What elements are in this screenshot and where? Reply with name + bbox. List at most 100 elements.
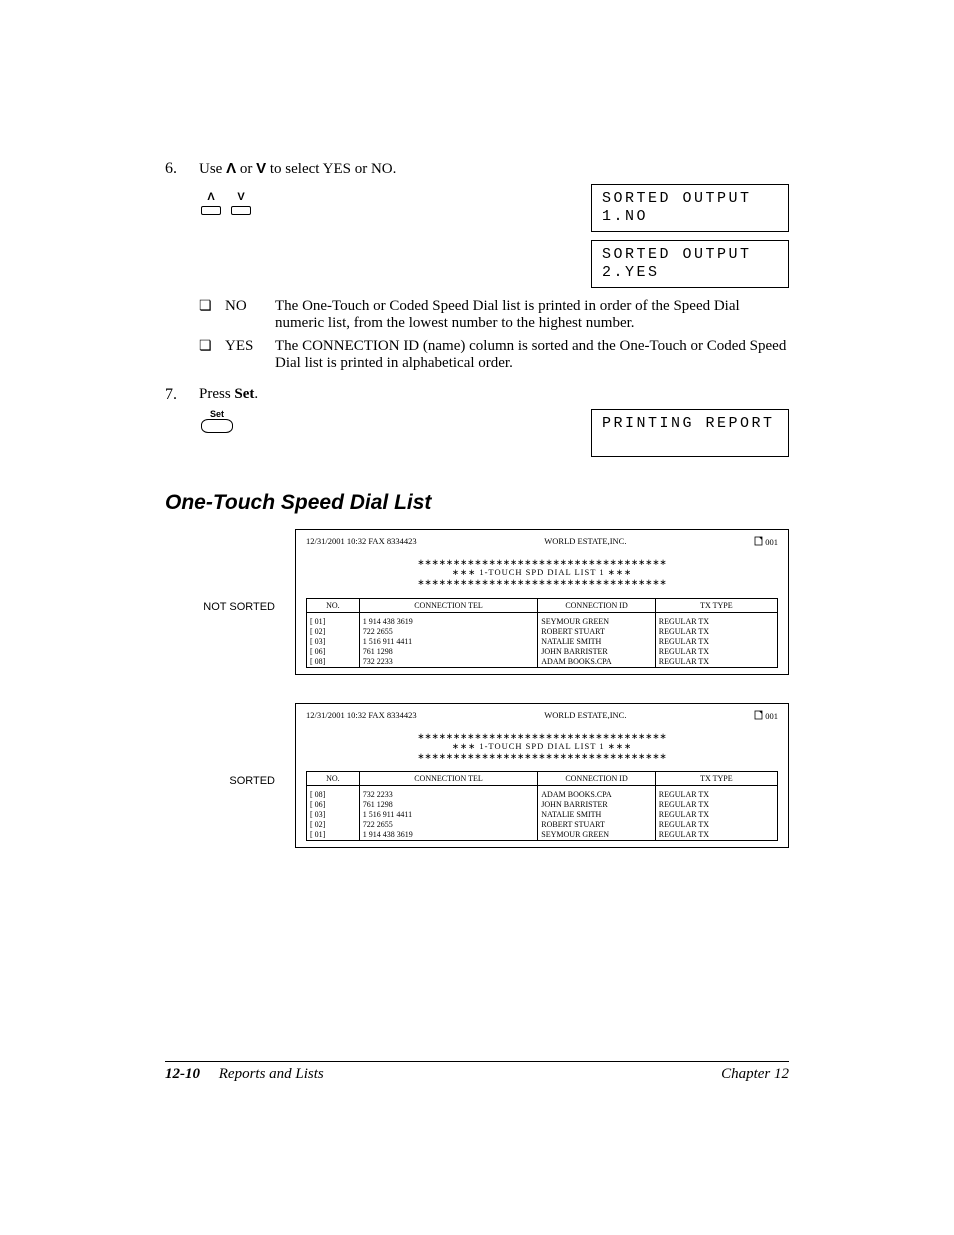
col-no: NO. [307, 772, 359, 786]
table-row: [ 03]1 516 911 4411NATALIE SMITHREGULAR … [307, 810, 777, 820]
step-7: 7. Press Set. [165, 386, 789, 404]
option-yes: ❏ YES The CONNECTION ID (name) column is… [199, 338, 789, 372]
step-number: 7. [165, 386, 199, 404]
option-key: NO [225, 298, 275, 332]
set-button[interactable]: Set [165, 409, 233, 433]
col-id: CONNECTION ID [537, 772, 655, 786]
title-mid: ∗∗∗ 1-TOUCH SPD DIAL LIST 1 ∗∗∗ [306, 567, 778, 577]
cell-tx: REGULAR TX [655, 627, 777, 637]
side-label-not-sorted: NOT SORTED [165, 529, 295, 613]
cell-id: ADAM BOOKS.CPA [537, 790, 655, 800]
report-pageno: 001 [754, 536, 778, 547]
cell-tel: 1 516 911 4411 [359, 637, 538, 647]
option-no: ❏ NO The One-Touch or Coded Speed Dial l… [199, 298, 789, 332]
step7-row: Set PRINTING REPORT [165, 409, 789, 457]
table-header: NO. CONNECTION TEL CONNECTION ID TX TYPE [307, 772, 777, 786]
text: Use [199, 161, 226, 177]
text: or [236, 161, 256, 177]
lcd-line: SORTED OUTPUT [602, 190, 778, 208]
bold-text: Set [234, 386, 254, 402]
table-row: [ 01]1 914 438 3619SEYMOUR GREENREGULAR … [307, 830, 777, 840]
lcd-display-2: SORTED OUTPUT 2.YES [591, 240, 789, 288]
cell-tel: 761 1298 [359, 647, 538, 657]
step6-row: Λ V SORTED OUTPUT 1.NO SORTED OUTPUT 2.Y… [165, 184, 789, 288]
arrow-buttons: Λ V [165, 184, 251, 215]
down-button[interactable]: V [231, 188, 251, 215]
set-button-icon [201, 419, 233, 433]
cell-tx: REGULAR TX [655, 637, 777, 647]
text: . [254, 386, 258, 402]
cell-tx: REGULAR TX [655, 647, 777, 657]
report-company: WORLD ESTATE,INC. [544, 536, 626, 547]
cell-tx: REGULAR TX [655, 657, 777, 667]
cell-tx: REGULAR TX [655, 617, 777, 627]
set-button-label: Set [201, 409, 233, 419]
chevron-up-icon: Λ [207, 191, 214, 203]
table-row: [ 08]732 2233ADAM BOOKS.CPAREGULAR TX [307, 790, 777, 800]
report-table: NO. CONNECTION TEL CONNECTION ID TX TYPE… [306, 598, 778, 668]
up-button[interactable]: Λ [201, 188, 221, 215]
cell-id: NATALIE SMITH [537, 637, 655, 647]
page-footer: 12-10 Reports and Lists Chapter 12 [165, 1061, 789, 1083]
cell-id: JOHN BARRISTER [537, 800, 655, 810]
report-timestamp: 12/31/2001 10:32 FAX 8334423 [306, 536, 417, 547]
cell-no: [ 01] [307, 830, 359, 840]
cell-tx: REGULAR TX [655, 830, 777, 840]
page-icon [754, 537, 763, 547]
cell-id: ROBERT STUART [537, 820, 655, 830]
table-row: [ 01]1 914 438 3619SEYMOUR GREENREGULAR … [307, 617, 777, 627]
cell-id: ADAM BOOKS.CPA [537, 657, 655, 667]
report-printout-1: 12/31/2001 10:32 FAX 8334423 WORLD ESTAT… [295, 529, 789, 675]
footer-chapter: Chapter 12 [721, 1066, 789, 1083]
table-row: [ 03]1 516 911 4411NATALIE SMITHREGULAR … [307, 637, 777, 647]
cell-no: [ 06] [307, 800, 359, 810]
text: Press [199, 386, 234, 402]
cell-no: [ 03] [307, 810, 359, 820]
table-row: [ 02]722 2655ROBERT STUARTREGULAR TX [307, 627, 777, 637]
table-row: [ 06]761 1298JOHN BARRISTERREGULAR TX [307, 800, 777, 810]
lcd-line: 2.YES [602, 264, 778, 282]
cell-no: [ 08] [307, 657, 359, 667]
lcd-line: SORTED OUTPUT [602, 246, 778, 264]
bullet-icon: ❏ [199, 298, 225, 332]
report-sorted: SORTED 12/31/2001 10:32 FAX 8334423 WORL… [165, 703, 789, 849]
table-row: [ 08]732 2233ADAM BOOKS.CPAREGULAR TX [307, 657, 777, 667]
report-title: ∗∗∗∗∗∗∗∗∗∗∗∗∗∗∗∗∗∗∗∗∗∗∗∗∗∗∗∗∗∗∗∗∗∗∗ ∗∗∗ … [306, 557, 778, 588]
lcd-display-1: SORTED OUTPUT 1.NO [591, 184, 789, 232]
report-timestamp: 12/31/2001 10:32 FAX 8334423 [306, 710, 417, 721]
star-line: ∗∗∗∗∗∗∗∗∗∗∗∗∗∗∗∗∗∗∗∗∗∗∗∗∗∗∗∗∗∗∗∗∗∗∗ [306, 557, 778, 567]
page-number: 12-10 [165, 1066, 200, 1082]
table-header: NO. CONNECTION TEL CONNECTION ID TX TYPE [307, 599, 777, 613]
col-id: CONNECTION ID [537, 599, 655, 613]
star-line: ∗∗∗∗∗∗∗∗∗∗∗∗∗∗∗∗∗∗∗∗∗∗∗∗∗∗∗∗∗∗∗∗∗∗∗ [306, 731, 778, 741]
col-tx: TX TYPE [655, 599, 777, 613]
cell-no: [ 06] [307, 647, 359, 657]
footer-left: 12-10 Reports and Lists [165, 1066, 324, 1083]
text: to select YES or NO. [266, 161, 396, 177]
step-text: Use Λ or V to select YES or NO. [199, 160, 789, 178]
option-key: YES [225, 338, 275, 372]
col-tx: TX TYPE [655, 772, 777, 786]
table-row: [ 02]722 2655ROBERT STUARTREGULAR TX [307, 820, 777, 830]
lcd-line: PRINTING REPORT [602, 415, 778, 433]
side-label-sorted: SORTED [165, 703, 295, 787]
cell-id: NATALIE SMITH [537, 810, 655, 820]
cell-tel: 732 2233 [359, 790, 538, 800]
star-line: ∗∗∗∗∗∗∗∗∗∗∗∗∗∗∗∗∗∗∗∗∗∗∗∗∗∗∗∗∗∗∗∗∗∗∗ [306, 577, 778, 587]
cell-id: SEYMOUR GREEN [537, 617, 655, 627]
bullet-icon: ❏ [199, 338, 225, 372]
cell-id: ROBERT STUART [537, 627, 655, 637]
step-text: Press Set. [199, 386, 789, 404]
report-not-sorted: NOT SORTED 12/31/2001 10:32 FAX 8334423 … [165, 529, 789, 675]
cell-tx: REGULAR TX [655, 790, 777, 800]
down-glyph: V [256, 160, 266, 177]
report-pageno: 001 [754, 710, 778, 721]
lcd-line: 1.NO [602, 208, 778, 226]
title-mid: ∗∗∗ 1-TOUCH SPD DIAL LIST 1 ∗∗∗ [306, 741, 778, 751]
chevron-down-icon: V [237, 191, 244, 203]
up-glyph: Λ [226, 160, 236, 177]
cell-tel: 1 914 438 3619 [359, 617, 538, 627]
option-text: The One-Touch or Coded Speed Dial list i… [275, 298, 789, 332]
cell-tx: REGULAR TX [655, 800, 777, 810]
cell-tel: 732 2233 [359, 657, 538, 667]
